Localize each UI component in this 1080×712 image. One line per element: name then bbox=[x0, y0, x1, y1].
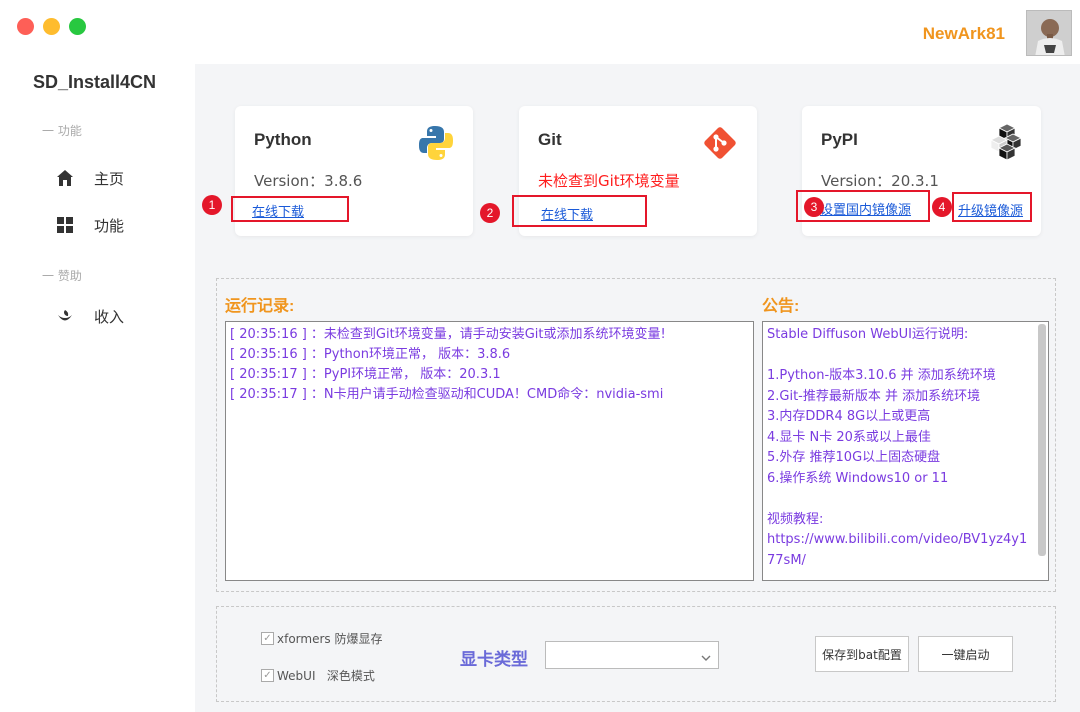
income-icon bbox=[54, 307, 76, 325]
notice-line: 4.显卡 N卡 20系或以上最佳 bbox=[767, 429, 931, 445]
git-card: Git 未检查到Git环境变量 在线下载 2 bbox=[480, 106, 757, 236]
notice-line: 6.操作系统 Windows10 or 11 bbox=[767, 470, 949, 486]
pypi-card: PyPI Version：20.3.1 设置国内镜像源 3 升级镜像源 4 bbox=[796, 106, 1041, 236]
notice-line: 5.外存 推荐10G以上固态硬盘 bbox=[767, 450, 941, 465]
notice-line bbox=[767, 489, 1034, 510]
maximize-window-button[interactable] bbox=[69, 18, 86, 35]
pypi-version: Version：20.3.1 bbox=[821, 172, 939, 190]
step-badge-1: 1 bbox=[202, 195, 222, 215]
log-textarea[interactable]: [ 20:35:16 ] ：未检查到Git环境变量，请手动安装Git或添加系统环… bbox=[225, 321, 754, 581]
check-icon: ✓ bbox=[263, 632, 272, 644]
notice-line: 3.内存DDR4 8G以上或更高 bbox=[767, 409, 931, 424]
step-badge-4: 4 bbox=[932, 197, 952, 217]
sidebar-item-function[interactable]: 功能 bbox=[54, 211, 124, 239]
notice-line: https://www.bilibili.com/video/BV1yz4y17… bbox=[767, 532, 1028, 568]
log-line: [ 20:35:17 ] ：N卡用户请手动检查驱动和CUDA！CMD命令：nvi… bbox=[230, 387, 664, 402]
git-download-link[interactable]: 在线下载 bbox=[541, 204, 593, 223]
python-logo-icon bbox=[417, 124, 455, 162]
notice-textarea[interactable]: Stable Diffuson WebUI运行说明: 1.Python-版本3.… bbox=[762, 321, 1049, 581]
xformers-checkbox[interactable]: ✓ bbox=[261, 632, 274, 645]
minimize-window-button[interactable] bbox=[43, 18, 60, 35]
pypi-upgrade-highlight: 升级镜像源 bbox=[952, 192, 1032, 222]
notice-heading: 公告: bbox=[762, 298, 800, 315]
pypi-card-title: PyPI bbox=[821, 130, 858, 149]
xformers-label: xformers 防爆显存 bbox=[277, 632, 383, 646]
git-env-warning: 未检查到Git环境变量 bbox=[538, 172, 680, 190]
notice-line: 1.Python-版本3.10.6 并 添加系统环境 bbox=[767, 368, 996, 383]
git-logo-icon bbox=[701, 124, 739, 162]
python-download-highlight: 在线下载 bbox=[231, 196, 349, 222]
grid-icon bbox=[54, 216, 76, 234]
gpu-type-label: 显卡类型 bbox=[460, 650, 528, 669]
pypi-logo-icon bbox=[985, 123, 1023, 162]
xformers-option[interactable]: ✓ xformers 防爆显存 bbox=[261, 630, 382, 647]
log-line: [ 20:35:16 ] ：未检查到Git环境变量，请手动安装Git或添加系统环… bbox=[230, 327, 666, 342]
set-cn-mirror-link[interactable]: 设置国内镜像源 bbox=[820, 199, 911, 218]
python-version: Version：3.8.6 bbox=[254, 172, 363, 190]
sidebar-item-income[interactable]: 收入 bbox=[54, 302, 124, 330]
notice-scrollbar[interactable] bbox=[1038, 324, 1046, 556]
notice-line bbox=[767, 346, 1034, 367]
notice-line: Stable Diffuson WebUI运行说明: bbox=[767, 327, 969, 342]
sidebar-item-home[interactable]: 主页 bbox=[54, 164, 124, 192]
log-line: [ 20:35:17 ] ：PyPI环境正常， 版本：20.3.1 bbox=[230, 367, 501, 382]
log-panel: 运行记录: 公告: [ 20:35:16 ] ：未检查到Git环境变量，请手动安… bbox=[216, 278, 1056, 592]
sidebar-section-sponsor: 一 赞助 bbox=[42, 269, 82, 283]
git-download-highlight: 在线下载 bbox=[512, 195, 647, 227]
home-icon bbox=[54, 169, 76, 187]
close-window-button[interactable] bbox=[17, 18, 34, 35]
git-card-title: Git bbox=[538, 130, 562, 149]
title-bar: NewArk81 bbox=[0, 0, 1080, 64]
webui-dark-option[interactable]: ✓ WebUI 深色模式 bbox=[261, 667, 375, 684]
log-line: [ 20:35:16 ] ：Python环境正常， 版本：3.8.6 bbox=[230, 347, 511, 362]
app-title: SD_Install4CN bbox=[33, 72, 157, 92]
sidebar: SD_Install4CN 一 功能 主页 功能 一 赞助 收入 bbox=[0, 64, 195, 712]
step-badge-2: 2 bbox=[480, 203, 500, 223]
chevron-down-icon bbox=[700, 649, 712, 668]
sidebar-item-label: 功能 bbox=[94, 216, 125, 235]
avatar[interactable] bbox=[1026, 10, 1072, 56]
python-card-title: Python bbox=[254, 130, 312, 149]
sidebar-section-function: 一 功能 bbox=[42, 124, 82, 138]
options-panel: ✓ xformers 防爆显存 ✓ WebUI 深色模式 显卡类型 保存到bat… bbox=[216, 606, 1056, 702]
sidebar-item-label: 收入 bbox=[94, 307, 125, 326]
webui-dark-checkbox[interactable]: ✓ bbox=[261, 669, 274, 682]
python-download-link[interactable]: 在线下载 bbox=[252, 201, 304, 220]
check-icon: ✓ bbox=[263, 669, 272, 681]
python-card: Python Version：3.8.6 在线下载 1 bbox=[202, 106, 473, 236]
log-heading: 运行记录: bbox=[225, 298, 295, 315]
step-badge-3: 3 bbox=[804, 197, 824, 217]
webui-dark-label: WebUI 深色模式 bbox=[277, 669, 375, 683]
upgrade-mirror-link[interactable]: 升级镜像源 bbox=[958, 200, 1023, 219]
one-click-start-button[interactable]: 一键启动 bbox=[918, 636, 1013, 672]
gpu-type-select[interactable] bbox=[545, 641, 719, 669]
save-bat-config-button[interactable]: 保存到bat配置 bbox=[815, 636, 909, 672]
notice-line: 视频教程: bbox=[767, 511, 824, 527]
user-avatar-icon bbox=[1027, 11, 1071, 55]
notice-line: 2.Git-推荐最新版本 并 添加系统环境 bbox=[767, 388, 981, 404]
user-name[interactable]: NewArk81 bbox=[923, 24, 1005, 44]
sidebar-item-label: 主页 bbox=[94, 169, 125, 188]
